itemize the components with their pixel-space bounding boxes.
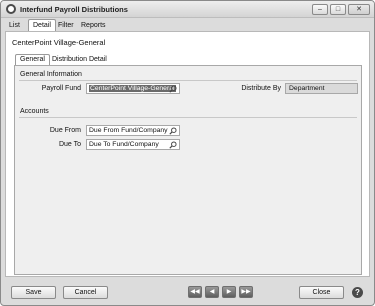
- app-window: Interfund Payroll Distributions – □ ✕ Li…: [0, 0, 375, 306]
- close-window-button[interactable]: ✕: [348, 4, 370, 15]
- maximize-button[interactable]: □: [330, 4, 346, 15]
- last-record-button[interactable]: ▶▶: [239, 286, 253, 298]
- cancel-button[interactable]: Cancel: [63, 286, 108, 299]
- window-title: Interfund Payroll Distributions: [20, 5, 128, 14]
- previous-record-button[interactable]: ◀: [205, 286, 219, 298]
- accounts-heading: Accounts: [20, 108, 49, 115]
- app-icon: [6, 4, 16, 14]
- due-to-field[interactable]: Due To Fund/Company: [86, 139, 180, 150]
- payroll-fund-field[interactable]: CenterPoint Village-General: [86, 83, 180, 94]
- general-information-heading: General Information: [20, 71, 82, 78]
- search-icon[interactable]: [169, 127, 177, 135]
- save-button[interactable]: Save: [11, 286, 56, 299]
- next-record-button[interactable]: ▶: [222, 286, 236, 298]
- title-bar: Interfund Payroll Distributions – □ ✕: [1, 1, 374, 18]
- payroll-fund-value: CenterPoint Village-General: [89, 85, 176, 92]
- due-from-field[interactable]: Due From Fund/Company: [86, 125, 180, 136]
- divider: [19, 117, 357, 118]
- due-from-value: Due From Fund/Company: [89, 127, 168, 134]
- distribute-by-field: Department: [285, 83, 358, 94]
- payroll-fund-label: Payroll Fund: [41, 85, 81, 92]
- due-to-value: Due To Fund/Company: [89, 141, 159, 148]
- detail-content: CenterPoint Village-General General Dist…: [5, 31, 370, 277]
- minimize-button[interactable]: –: [312, 4, 328, 15]
- company-name: CenterPoint Village-General: [12, 38, 106, 47]
- general-panel: General Information Payroll Fund CenterP…: [14, 65, 362, 275]
- search-icon[interactable]: [169, 141, 177, 149]
- first-record-button[interactable]: ◀◀: [188, 286, 202, 298]
- search-icon[interactable]: [169, 85, 177, 93]
- close-button[interactable]: Close: [299, 286, 344, 299]
- divider: [19, 80, 357, 81]
- due-from-label: Due From: [49, 127, 81, 134]
- due-to-label: Due To: [58, 141, 81, 148]
- help-icon[interactable]: ?: [352, 287, 363, 298]
- distribute-by-label: Distribute By: [241, 85, 281, 92]
